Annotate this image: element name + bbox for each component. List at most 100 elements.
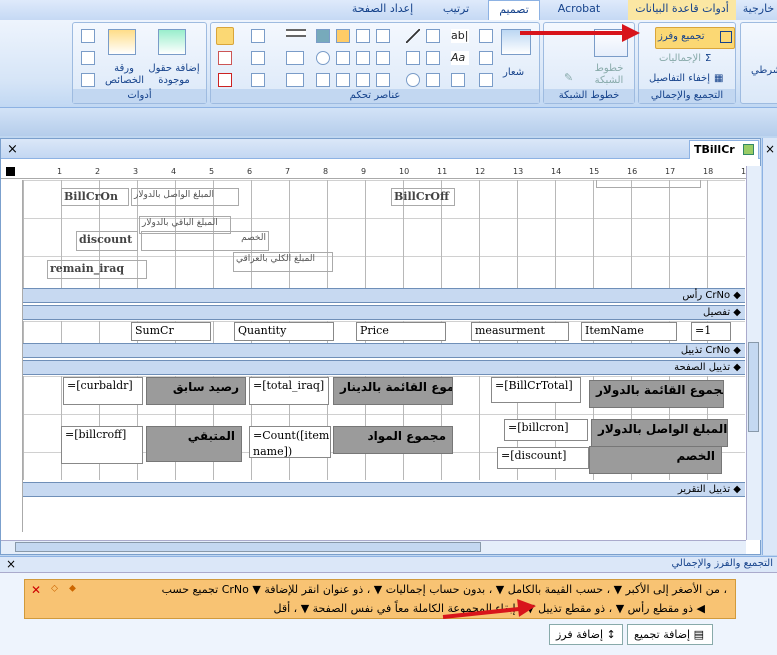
label-paid-usd-footer[interactable]: المبلغ الواصل بالدولار [591,419,728,447]
tab-control-icon[interactable] [251,73,265,87]
field-billcron-footer[interactable]: =[billcron] [504,419,588,441]
button-control-icon[interactable] [426,51,440,65]
horizontal-scroll-thumb[interactable] [15,542,481,552]
conditional-label[interactable]: شرطي [751,65,777,76]
listbox-icon[interactable] [376,29,390,43]
field-billcroff[interactable]: BillCrOff [391,188,455,206]
unbound-object-icon[interactable] [336,51,350,65]
section-detail[interactable]: تفصيل ◆ [23,305,745,320]
page-break-icon[interactable] [356,51,370,65]
toggle-icon[interactable] [376,73,390,87]
tab-database-tools[interactable]: أدوات قاعدة البيانات [628,0,736,20]
label-prev-balance[interactable]: رصيد سابق [146,377,246,405]
line-type-icon[interactable] [286,51,304,65]
convert-macros-icon[interactable] [81,73,95,87]
label-total-iqd[interactable]: مجموع القائمة بالدينار [333,377,453,405]
close-pane-icon[interactable]: × [765,142,775,156]
subreport-icon[interactable] [251,51,265,65]
line-style-icon[interactable]: ✎ [564,71,582,85]
field-one[interactable]: =1 [691,322,731,341]
label-total-usd[interactable]: مجموع القائمة بالدولار [589,380,724,408]
bound-object-icon[interactable] [316,51,330,65]
line-weight-icon[interactable] [286,29,306,37]
field-total-iraq[interactable]: =[total_iraq] [249,377,329,405]
option-group-icon[interactable] [356,29,370,43]
field-remain-iraq[interactable]: remain_iraq [47,260,147,279]
close-doc-icon[interactable]: × [7,142,18,157]
group-sort-button[interactable]: تجميع وفرز [655,27,735,49]
section-page-footer[interactable]: تذييل الصفحة ◆ [23,360,745,375]
add-sort-button[interactable]: إضافة فرز ↕ [549,624,623,645]
section-group-footer[interactable]: تذييل CrNo ◆ [23,343,745,358]
field-curbaldr[interactable]: =[curbaldr] [63,377,143,405]
label-aa-icon[interactable]: Aa [451,51,469,65]
field-discount[interactable]: discount [76,231,138,251]
textbox-icon[interactable] [479,29,493,43]
checkbox-icon[interactable] [376,51,390,65]
property-sheet-button[interactable]: ورقة الخصائص [105,63,144,87]
section-report-footer[interactable]: تذييل التقرير ◆ [23,482,745,497]
tab-page-setup[interactable]: إعداد الصفحة [340,0,425,20]
move-down-icon[interactable]: ⬦ [51,583,58,594]
label-discount[interactable]: الخصم [141,231,269,251]
label-remaining[interactable]: المتبقي [146,426,242,462]
select-pointer-icon[interactable] [216,27,234,45]
tab-acrobat[interactable]: Acrobat [548,0,610,20]
logo-button[interactable]: شعار [503,67,524,78]
radio-icon[interactable] [406,73,420,87]
label-total-iraqi[interactable]: المبلغ الكلي بالعراقي [233,252,333,272]
totals-button[interactable]: Σ الإجماليات [659,53,711,64]
field-quantity[interactable]: Quantity [234,322,334,341]
date-time-icon[interactable] [479,73,493,87]
attachment-icon[interactable] [316,29,330,43]
field-price[interactable]: Price [356,322,446,341]
code-icon[interactable] [81,51,95,65]
chart-icon[interactable] [336,29,350,43]
paperclip-icon[interactable] [316,73,330,87]
label-items-total[interactable]: مجموع المواد [333,426,453,454]
gridlines-button[interactable]: خطوط الشبكة [589,63,629,87]
combobox-icon[interactable] [426,29,440,43]
group-row-1[interactable]: تجميع حسب CrNo ▼ من الأصغر إلى الأكبر ▼ … [162,583,727,596]
close-group-pane-icon[interactable]: × [6,557,16,571]
format-painter-icon[interactable] [218,51,232,65]
text-box-ab-icon[interactable]: ab| [451,29,469,43]
hide-details-button[interactable]: ▦ إخفاء التفاصيل [649,73,723,84]
add-group-button[interactable]: إضافة تجميع ▤ [627,624,713,645]
add-fields-button[interactable]: إضافة حقول موجودة [145,63,203,87]
field-sumcr[interactable]: SumCr [131,322,211,341]
image-icon[interactable] [336,73,350,87]
tab-arrange[interactable]: ترتيب [430,0,482,20]
label-discount-footer[interactable]: الخصم [589,446,722,474]
section-group-header[interactable]: رأس CrNo ◆ [23,288,745,303]
tab-design[interactable]: تصميم [488,0,540,21]
group-level-box[interactable]: تجميع حسب CrNo ▼ من الأصغر إلى الأكبر ▼ … [24,579,736,619]
page-number-icon[interactable] [479,51,493,65]
line-icon[interactable] [406,29,420,43]
field-count-item[interactable]: =Count([item name]) [249,426,331,458]
field-discount-footer[interactable]: =[discount] [497,447,589,469]
list-icon[interactable] [426,73,440,87]
hyperlink-icon[interactable] [356,73,370,87]
delete-control-icon[interactable] [218,73,232,87]
unbound-frame-icon[interactable] [451,73,465,87]
tab-external-data[interactable]: خارجية [740,0,777,20]
ruler-tick-label: 5 [209,167,215,176]
delete-group-icon[interactable]: ✕ [31,583,41,597]
wizard-icon[interactable] [251,29,265,43]
field-billcrtotal[interactable]: =[BillCrTotal] [491,377,581,403]
vertical-scrollbar[interactable] [746,166,761,540]
label-paid-usd[interactable]: المبلغ الواصل بالدولار [131,188,239,206]
field-itemname[interactable]: ItemName [581,322,677,341]
page-header-partial-control[interactable] [596,180,701,188]
field-billcroff-footer[interactable]: =[billcroff] [61,426,143,464]
line-color-icon[interactable] [286,73,304,87]
field-measurement[interactable]: measurment [471,322,569,341]
field-billcron[interactable]: BillCrOn [61,188,129,206]
move-up-icon[interactable]: ⬥ [69,583,76,594]
rectangle-icon[interactable] [406,51,420,65]
vertical-scroll-thumb[interactable] [748,342,759,432]
horizontal-scrollbar[interactable] [1,540,746,554]
tab-order-icon[interactable] [81,29,95,43]
tab-tbillcr[interactable]: TBillCr [689,140,759,159]
